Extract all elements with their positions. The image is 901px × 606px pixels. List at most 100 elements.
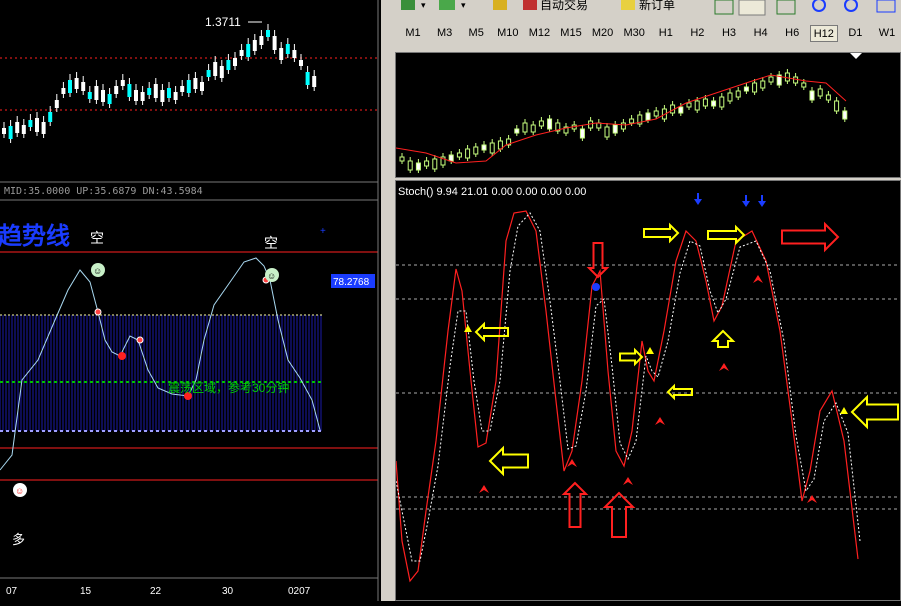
arrow-down-icon [758,201,766,207]
signal-dot [136,336,144,344]
candle [279,48,284,60]
candle [612,124,618,134]
bar-chart-icon[interactable] [714,0,734,15]
new-order-button[interactable]: 新订单 [639,0,675,12]
candle [694,100,700,111]
candle [114,86,119,94]
trend-title: 趋势线 [0,223,70,250]
timeframe-m30[interactable]: M30 [620,25,648,42]
arrow-right-icon [781,221,840,253]
candle [81,82,86,91]
line-chart-icon[interactable] [776,0,796,15]
candle [180,86,185,92]
candle [186,80,191,93]
candle [579,128,585,139]
timeframe-m3[interactable]: M3 [431,25,459,42]
candle [48,112,53,122]
candle [160,90,165,102]
auto-trade-button[interactable]: 自动交易 [540,0,588,12]
candle [173,92,178,100]
arrow-left-icon [474,321,509,343]
signal-dot [592,283,600,291]
svg-text:+: + [320,226,326,237]
new-chart-icon[interactable] [401,0,415,10]
timeframe-h2[interactable]: H2 [683,25,711,42]
candle [793,76,799,84]
timeframe-m5[interactable]: M5 [462,25,490,42]
candle [801,82,807,88]
candle [206,70,211,77]
svg-text:☺: ☺ [267,271,276,281]
timeframe-h1[interactable]: H1 [652,25,680,42]
candle [21,125,26,134]
zoom-in-icon[interactable] [812,0,826,12]
arrow-down-icon [694,199,702,205]
range-band [0,315,322,431]
candle [305,72,310,85]
candle [54,100,59,108]
candle [489,142,495,154]
left-chart-window[interactable]: 1.3711 MID:35.0000 UP:35.6879 DN:43.5984… [0,0,381,601]
candle [140,92,145,101]
candle [213,62,218,76]
expert-icon[interactable] [493,0,507,10]
candle [719,96,725,108]
candle [266,30,270,37]
x-tick-label: 0207 [288,586,311,597]
candle [147,88,152,95]
arrow-left-icon [488,445,529,477]
candle [299,60,303,66]
chevron-up-icon [719,363,729,371]
price-chart[interactable] [395,52,901,178]
timeframe-bar: M1 M3 M5 M10 M12 M15 M20 M30 H1 H2 H3 H4 H6 H12 D1 W1 [393,20,901,46]
new-order-icon[interactable] [621,0,635,10]
tile-windows-icon[interactable] [876,0,896,13]
candle [473,146,479,155]
candle [768,76,774,83]
candle [285,44,290,54]
candle [481,144,487,151]
candle [604,126,610,138]
timeframe-m10[interactable]: M10 [494,25,522,42]
chevron-up-icon [655,417,665,425]
signal-dot [118,352,126,360]
candle [752,82,758,93]
candle [41,122,46,134]
profiles-icon[interactable] [439,0,455,10]
x-tick-label: 30 [222,586,234,597]
timeframe-h4[interactable]: H4 [747,25,775,42]
candle [61,88,66,94]
main-candles [399,69,848,173]
candle [432,158,438,170]
value-badge: 78.2768 [333,277,370,288]
price-label: 1.3711 [205,15,241,29]
window-splitter[interactable] [381,0,393,601]
candle [456,152,462,158]
stochastic-panel[interactable]: Stoch() 9.94 21.01 0.00 0.00 0.00 0.00 [395,180,901,601]
timeframe-m20[interactable]: M20 [589,25,617,42]
timeframe-h3[interactable]: H3 [715,25,743,42]
timeframe-h6[interactable]: H6 [778,25,806,42]
candle [233,58,237,66]
candle [8,126,13,139]
candle [120,80,125,86]
svg-text:▾: ▾ [461,0,466,10]
candle [678,106,684,114]
timeframe-h12[interactable]: H12 [809,25,838,42]
auto-trade-icon[interactable] [523,0,537,10]
timeframe-d1[interactable]: D1 [841,25,869,42]
timeframe-w1[interactable]: W1 [873,25,901,42]
timeframe-m1[interactable]: M1 [399,25,427,42]
candle-chart-icon[interactable] [738,0,766,16]
zoom-out-icon[interactable] [844,0,858,12]
candle [825,94,831,101]
candle [407,160,413,171]
timeframe-m15[interactable]: M15 [557,25,585,42]
candle [153,84,158,98]
left-chart-canvas: 1.3711 MID:35.0000 UP:35.6879 DN:43.5984… [0,0,379,601]
candle [2,128,6,134]
candle [68,80,72,93]
timeframe-m12[interactable]: M12 [525,25,553,42]
candle [448,154,454,162]
candle [292,50,297,58]
